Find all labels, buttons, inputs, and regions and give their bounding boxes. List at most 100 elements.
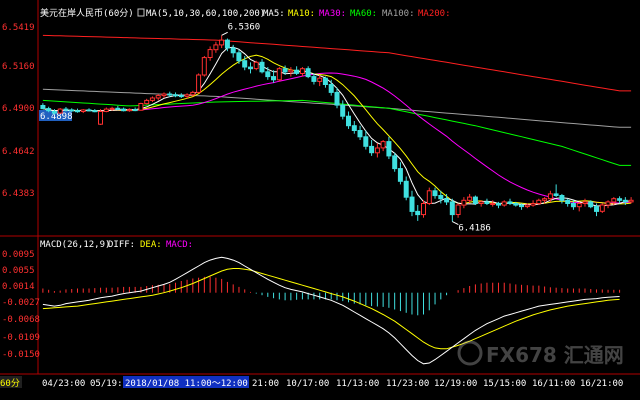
ma200-line	[42, 34, 632, 92]
candle-down	[397, 168, 403, 182]
candle-up	[374, 147, 380, 154]
candle-up	[455, 204, 461, 215]
candle-up	[490, 203, 496, 205]
candle-up	[605, 201, 611, 206]
ma-params: MA(5,10,30,60,100,200)	[146, 9, 265, 19]
high-price-label: 6.5360	[228, 22, 261, 32]
macd-macd-label: MACD:	[166, 240, 193, 250]
candle-up	[149, 97, 155, 101]
candle-up	[576, 203, 582, 208]
kline-chart: 美元在岸人民币(60分) MA(5,10,30,60,100,200) MA5:…	[0, 0, 640, 389]
candle-down	[265, 71, 271, 78]
candle-down	[282, 68, 288, 73]
period-label[interactable]: 60分	[0, 378, 20, 389]
candle-down	[622, 199, 628, 203]
candle-up	[207, 49, 213, 58]
macd-tick: -0.0068	[2, 315, 40, 325]
candle-down	[115, 107, 121, 110]
candle-down	[484, 201, 490, 204]
candle-down	[69, 109, 75, 112]
candle-up	[201, 57, 207, 76]
candle-up	[611, 198, 617, 203]
x-tick: 04/23:00	[42, 379, 85, 389]
candle-down	[386, 141, 392, 157]
candle-down	[472, 196, 478, 204]
macd-tick: 0.0095	[2, 250, 35, 260]
candle-down	[553, 193, 559, 196]
candle-down	[167, 93, 173, 96]
ma100-label: MA100:	[382, 9, 415, 19]
candle-up	[144, 99, 150, 105]
candle-up	[426, 190, 432, 205]
price-tick: 6.5160	[2, 62, 35, 72]
candle-down	[432, 190, 438, 197]
candle-up	[57, 108, 63, 114]
ma60-label: MA60:	[350, 9, 377, 19]
x-tick: 21:00	[252, 379, 279, 389]
candle-down	[519, 204, 524, 208]
x-tick: 15/15:00	[483, 379, 526, 389]
candle-up	[126, 109, 132, 112]
price-tick: 6.4900	[2, 104, 35, 114]
macd-tick: 0.0014	[2, 282, 35, 292]
candle-down	[351, 125, 357, 131]
candle-up	[98, 111, 103, 125]
candle-up	[103, 108, 109, 112]
x-tick: 10/17:00	[286, 379, 329, 389]
candle-down	[346, 115, 351, 127]
candle-down	[132, 109, 138, 112]
candle-down	[173, 94, 178, 97]
candle-down	[242, 60, 248, 68]
price-tick: 6.4383	[2, 189, 35, 199]
watermark-logo-icon	[457, 340, 483, 366]
candle-up	[536, 199, 542, 205]
candle-down	[363, 136, 369, 147]
price-tick: 6.5419	[2, 23, 35, 33]
ma5-label: MA5:	[263, 9, 285, 19]
candle-down	[570, 203, 576, 208]
candle-down	[86, 109, 92, 112]
candle-down	[305, 68, 311, 78]
candlesticks	[40, 35, 634, 222]
candle-down	[40, 105, 46, 110]
candle-down	[588, 201, 594, 208]
candle-down	[248, 66, 253, 70]
ma10-label: MA10:	[288, 9, 315, 19]
macd-diff-label: DIFF:	[108, 240, 135, 250]
candle-down	[75, 110, 80, 113]
x-tick: 05/19:0	[90, 379, 128, 389]
candle-up	[219, 39, 225, 46]
candle-up	[213, 44, 219, 51]
price-y-axis: 6.5419 6.5160 6.4900 6.4642 6.4383	[2, 23, 35, 199]
candle-down	[236, 52, 242, 62]
candle-down	[594, 206, 599, 212]
candle-down	[565, 199, 571, 205]
candle-up	[582, 201, 588, 204]
candle-down	[438, 195, 444, 200]
candle-down	[513, 203, 519, 206]
candle-up	[196, 74, 202, 93]
candle-down	[369, 145, 375, 154]
candle-up	[317, 77, 323, 82]
candle-down	[357, 130, 363, 138]
x-tick: 12/19:00	[434, 379, 477, 389]
watermark-text: FX678 汇通网	[486, 343, 624, 367]
x-tick: 11/13:00	[336, 379, 379, 389]
candle-up	[530, 203, 536, 206]
candle-down	[328, 84, 334, 93]
candle-down	[311, 76, 317, 82]
cursor-time-label: 2018/01/08 11:00～12:00	[125, 379, 248, 389]
candle-up	[461, 199, 467, 206]
chart-title: 美元在岸人民币(60分)	[40, 7, 134, 19]
candle-down	[294, 69, 300, 74]
macd-tick: -0.0150	[2, 350, 40, 360]
ma200-label: MA200:	[418, 9, 451, 19]
settings-icon[interactable]	[137, 8, 145, 17]
x-tick: 16/11:00	[532, 379, 575, 389]
candle-down	[409, 196, 415, 212]
moving-average-lines	[42, 34, 632, 207]
candle-up	[80, 109, 86, 113]
candle-down	[559, 195, 565, 201]
ma30-label: MA30:	[319, 9, 346, 19]
x-tick: 11/23:00	[386, 379, 429, 389]
